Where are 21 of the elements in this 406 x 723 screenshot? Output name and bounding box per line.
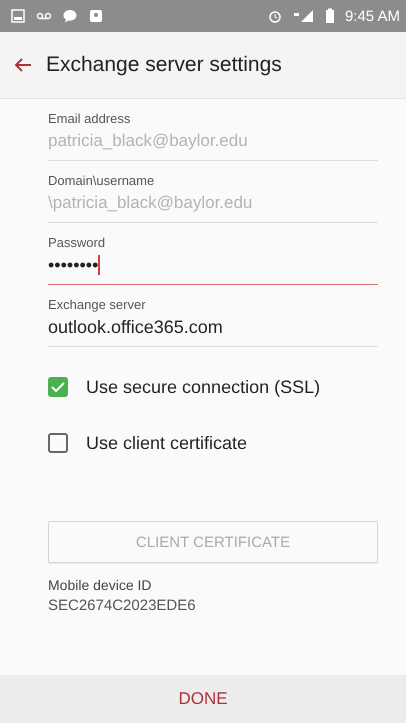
field-label: Password <box>48 235 106 250</box>
device-id-value: SEC2674C2023EDE6 <box>48 597 197 614</box>
image-icon <box>10 8 26 24</box>
checkbox-label: Use secure connection (SSL) <box>86 376 320 398</box>
input-field[interactable]: outlook.office365.com <box>48 316 378 347</box>
input-field[interactable]: •••••••• <box>48 254 378 285</box>
status-time: 9:45 AM <box>344 8 400 24</box>
checkbox[interactable] <box>48 377 68 397</box>
field-label: Exchange server <box>48 297 147 312</box>
checkbox[interactable] <box>48 433 68 453</box>
battery-icon <box>324 8 335 24</box>
checkbox-label: Use client certificate <box>86 432 248 454</box>
field-label: Domain\username <box>48 173 156 188</box>
field-label: Mobile device ID <box>48 577 152 593</box>
field-label: Email address <box>48 111 132 126</box>
chat-bubble-icon <box>62 8 78 24</box>
contact-card-icon <box>88 8 104 24</box>
back-arrow-icon[interactable] <box>14 57 32 73</box>
signal-icon <box>292 8 315 24</box>
done-button[interactable]: DONE <box>172 688 234 710</box>
screen-title: Exchange server settings <box>46 53 282 77</box>
